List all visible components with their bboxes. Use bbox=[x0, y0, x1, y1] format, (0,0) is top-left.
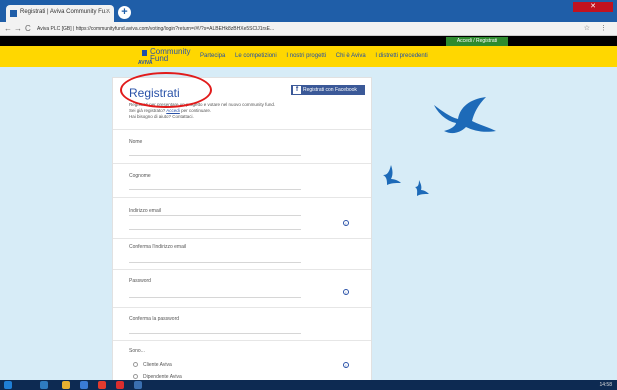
browser-tab[interactable]: Registrati | Aviva Community Fu... × bbox=[6, 5, 114, 22]
password-info-icon[interactable]: i bbox=[343, 289, 349, 295]
nav-chi-e-aviva[interactable]: Chi è Aviva bbox=[336, 53, 366, 59]
last-name-label: Cognome bbox=[129, 173, 151, 179]
role-info-icon[interactable]: i bbox=[343, 362, 349, 368]
email-input[interactable] bbox=[129, 215, 301, 216]
password-field[interactable]: Password i bbox=[113, 271, 371, 308]
confirm-email-input[interactable] bbox=[129, 262, 301, 263]
favicon-icon bbox=[10, 10, 17, 17]
confirm-password-label: Conferma la password bbox=[129, 316, 180, 322]
tab-title: Registrati | Aviva Community Fu... bbox=[20, 9, 111, 15]
large-bird-icon bbox=[434, 97, 496, 134]
reload-button[interactable]: C bbox=[25, 24, 31, 33]
logo-aviva-text: AVIVA bbox=[138, 60, 153, 66]
login-link[interactable]: Accedi bbox=[166, 108, 180, 113]
first-name-input[interactable] bbox=[129, 155, 301, 156]
email-info-icon[interactable]: i bbox=[343, 220, 349, 226]
intro-line-2-prefix: Sei già registrato? bbox=[129, 108, 166, 113]
radio-cliente-aviva[interactable] bbox=[133, 362, 138, 367]
intro-line-3: Hai bisogno di aiuto? Contattaci. bbox=[129, 114, 194, 119]
confirm-email-label: Conferma l'indirizzo email bbox=[129, 244, 187, 250]
window-close-button[interactable]: ✕ bbox=[573, 2, 613, 12]
nav-competizioni[interactable]: Le competizioni bbox=[235, 53, 277, 59]
clock: 14:58 bbox=[599, 382, 612, 388]
registration-card: Registrati Registrati per presentare un … bbox=[112, 77, 372, 390]
last-name-field[interactable]: Cognome bbox=[113, 165, 371, 198]
browser-tab-bar: Registrati | Aviva Community Fu... × + ✕ bbox=[0, 0, 617, 22]
start-icon[interactable] bbox=[4, 381, 12, 389]
confirm-password-field[interactable]: Conferma la password bbox=[113, 309, 371, 341]
nav-distretti[interactable]: I distretti precedenti bbox=[375, 53, 427, 59]
os-taskbar: 14:58 bbox=[0, 380, 617, 390]
logo-community-fund[interactable]: Community Fund bbox=[150, 48, 190, 63]
close-tab-icon[interactable]: × bbox=[106, 8, 110, 15]
facebook-register-button[interactable]: f Registrati con Facebook bbox=[291, 85, 365, 95]
last-name-input[interactable] bbox=[129, 189, 301, 190]
back-button[interactable]: ← bbox=[4, 24, 12, 33]
tiny-bird-icon bbox=[415, 180, 429, 196]
logo-fund-text: Fund bbox=[150, 54, 169, 63]
password-label: Password bbox=[129, 278, 151, 284]
intro-line-2-suffix: per continuare. bbox=[179, 108, 212, 113]
small-bird-icon bbox=[383, 165, 401, 185]
taskbar-chrome-icon[interactable] bbox=[98, 381, 106, 389]
nav-progetti[interactable]: I nostri progetti bbox=[286, 53, 326, 59]
first-name-field[interactable]: Nome bbox=[113, 131, 371, 164]
nav-partecipa[interactable]: Partecipa bbox=[200, 53, 225, 59]
email-field[interactable]: Indirizzo email i bbox=[113, 199, 371, 239]
taskbar-folder-icon[interactable] bbox=[62, 381, 70, 389]
address-bar: ← → C Aviva PLC [GB] | https://community… bbox=[0, 22, 617, 36]
taskbar-app2-icon[interactable] bbox=[116, 381, 124, 389]
new-tab-button[interactable]: + bbox=[118, 6, 131, 19]
highlight-circle bbox=[120, 72, 212, 108]
radio-dipendente-aviva[interactable] bbox=[133, 374, 138, 379]
url-field[interactable]: Aviva PLC [GB] | https://communityfund.a… bbox=[37, 24, 567, 34]
radio-cliente-label: Cliente Aviva bbox=[143, 362, 172, 368]
facebook-icon: f bbox=[293, 86, 301, 94]
role-label: Sono... bbox=[129, 348, 145, 354]
logo-icon bbox=[142, 50, 147, 56]
forward-button[interactable]: → bbox=[14, 24, 22, 33]
star-icon[interactable]: ☆ ⋮ bbox=[584, 24, 611, 32]
confirm-password-input[interactable] bbox=[129, 333, 301, 334]
password-input[interactable] bbox=[129, 297, 301, 298]
email-label: Indirizzo email bbox=[129, 208, 161, 214]
email-input-underline bbox=[129, 229, 301, 230]
site-nav: Partecipa Le competizioni I nostri proge… bbox=[200, 53, 436, 59]
site-top-strip bbox=[0, 36, 617, 46]
taskbar-app-icon[interactable] bbox=[40, 381, 48, 389]
facebook-register-label: Registrati con Facebook bbox=[303, 87, 357, 93]
taskbar-app3-icon[interactable] bbox=[134, 381, 142, 389]
first-name-label: Nome bbox=[129, 139, 143, 145]
confirm-email-field[interactable]: Conferma l'indirizzo email bbox=[113, 240, 371, 270]
taskbar-word-icon[interactable] bbox=[80, 381, 88, 389]
access-register-button[interactable]: Accedi / Registrati bbox=[446, 37, 508, 46]
